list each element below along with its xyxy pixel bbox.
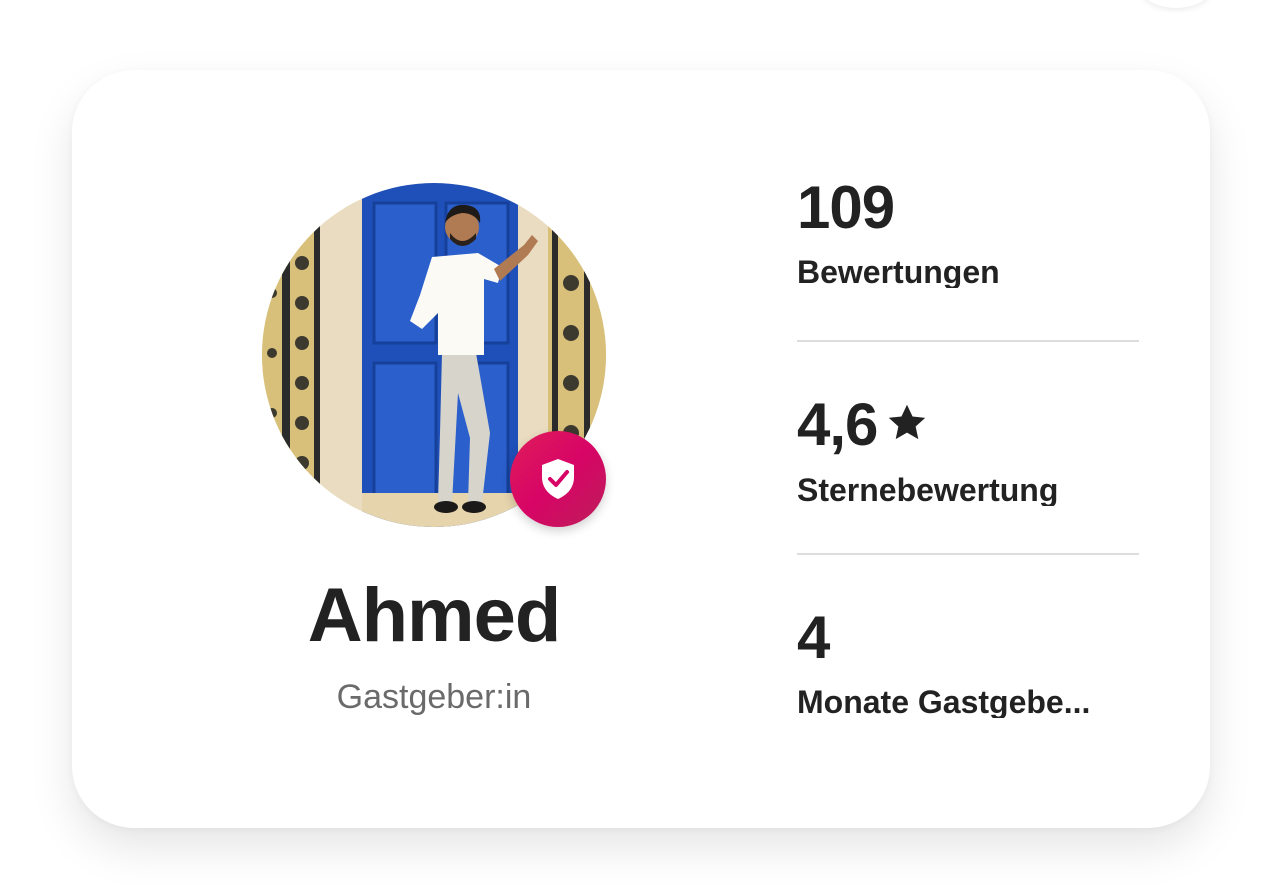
host-profile-card[interactable]: Ahmed Gastgeber:in 109 Bewertungen 4,6 S… (72, 70, 1210, 828)
host-profile-page: Ahmed Gastgeber:in 109 Bewertungen 4,6 S… (0, 0, 1283, 892)
verified-badge (510, 431, 606, 527)
divider (797, 340, 1139, 342)
stat-reviews: 109 Bewertungen (797, 174, 1139, 289)
host-name: Ahmed (307, 573, 562, 658)
stat-rating: 4,6 Sternebewertung (797, 394, 1139, 507)
stat-months-hosting: 4 Monate Gastgebe... (797, 604, 1139, 719)
stat-reviews-label: Bewertungen (797, 256, 1000, 288)
stat-reviews-value: 109 (797, 174, 895, 241)
divider (797, 553, 1139, 555)
top-right-button[interactable] (1138, 0, 1214, 8)
star-icon (883, 396, 931, 456)
stat-months-label: Monate Gastgebe... (797, 686, 1091, 718)
host-role: Gastgeber:in (336, 678, 532, 716)
stat-rating-value-row: 4,6 (797, 394, 1139, 456)
verified-shield-icon (542, 459, 574, 499)
host-avatar-container (262, 183, 606, 527)
stat-months-value: 4 (797, 604, 830, 671)
stat-rating-label: Sternebewertung (797, 474, 1059, 506)
stat-rating-value: 4,6 (797, 391, 878, 458)
